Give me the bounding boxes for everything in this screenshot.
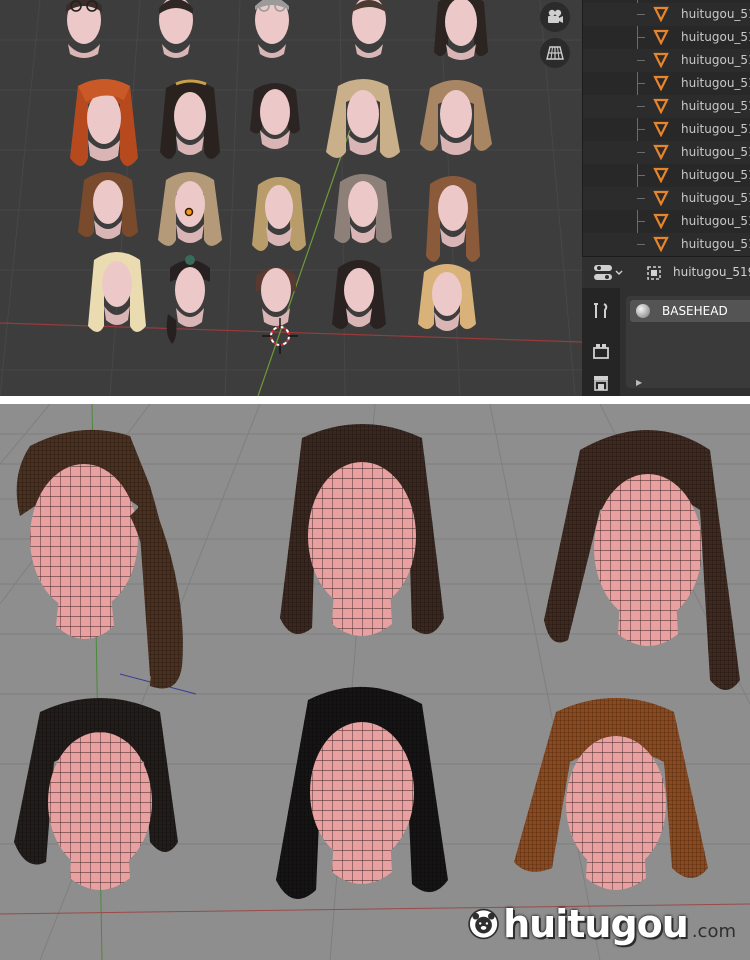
- wireframe-head-model[interactable]: [10, 692, 190, 902]
- head-model[interactable]: [154, 78, 226, 168]
- outliner-item[interactable]: huitugou_51: [583, 118, 750, 141]
- mesh-triangle-icon: [653, 190, 669, 206]
- outliner-item[interactable]: huitugou_51: [583, 3, 750, 26]
- tool-icon[interactable]: [590, 300, 612, 322]
- watermark-brand: huitugou: [503, 902, 689, 946]
- grid-view-icon[interactable]: [540, 38, 570, 68]
- head-model[interactable]: [328, 258, 390, 336]
- watermark: huitugou .com: [468, 894, 736, 954]
- head-model[interactable]: [430, 0, 492, 64]
- object-frame-icon: [647, 266, 661, 280]
- head-model[interactable]: [246, 0, 298, 60]
- outliner-item-label: huitugou_51: [681, 145, 750, 159]
- outliner-item[interactable]: huitugou_51: [583, 187, 750, 210]
- head-model[interactable]: [343, 0, 395, 60]
- outliner-item-label: huitugou_51: [681, 237, 750, 251]
- head-model[interactable]: [58, 0, 110, 60]
- mesh-triangle-icon: [653, 98, 669, 114]
- material-slots-list[interactable]: BASEHEAD ▶: [626, 296, 750, 388]
- mesh-triangle-icon: [653, 6, 669, 22]
- mesh-triangle-icon: [653, 167, 669, 183]
- outliner-item-label: huitugou_51: [681, 191, 750, 205]
- outliner-item-label: huitugou_51: [681, 168, 750, 182]
- head-model[interactable]: [246, 80, 304, 156]
- outliner-item-label: huitugou_51: [681, 214, 750, 228]
- mesh-triangle-icon: [653, 121, 669, 137]
- head-model[interactable]: [420, 174, 486, 268]
- properties-header: huitugou_519: [582, 256, 750, 288]
- wireframe-head-model[interactable]: [272, 680, 452, 912]
- head-model[interactable]: [74, 170, 142, 246]
- 3d-viewport[interactable]: [0, 0, 582, 396]
- mesh-triangle-icon: [653, 236, 669, 252]
- head-model[interactable]: [248, 175, 310, 259]
- output-icon[interactable]: [590, 372, 612, 394]
- wireframe-head-model[interactable]: [540, 420, 750, 700]
- blender-screenshot: huitugou_51 huitugou_51 huitugou_51 huit…: [0, 0, 750, 396]
- outliner-item[interactable]: huitugou_51: [583, 164, 750, 187]
- outliner-item[interactable]: huitugou_51: [583, 141, 750, 164]
- head-model[interactable]: [154, 170, 226, 254]
- outliner-item-label: huitugou_51: [681, 30, 750, 44]
- material-name: BASEHEAD: [662, 304, 728, 318]
- 3d-cursor-icon[interactable]: [262, 318, 298, 354]
- material-sphere-icon: [636, 304, 650, 318]
- render-icon[interactable]: [590, 340, 612, 362]
- outliner-item[interactable]: huitugou_51: [583, 26, 750, 49]
- mode-toggle-icon[interactable]: [592, 263, 628, 283]
- material-slot[interactable]: BASEHEAD: [630, 300, 750, 322]
- wireframe-head-model[interactable]: [512, 692, 712, 902]
- head-model[interactable]: [416, 78, 496, 164]
- head-model[interactable]: [64, 78, 144, 174]
- head-model[interactable]: [160, 254, 220, 346]
- mesh-triangle-icon: [653, 29, 669, 45]
- outliner-item[interactable]: huitugou_51: [583, 72, 750, 95]
- outliner-item-label: huitugou_51: [681, 7, 750, 21]
- object-name[interactable]: huitugou_519: [673, 265, 750, 279]
- head-model[interactable]: [84, 250, 150, 338]
- outliner-item[interactable]: huitugou_51: [583, 233, 750, 256]
- wireframe-head-model[interactable]: [272, 418, 452, 648]
- bear-logo-icon: [468, 908, 499, 940]
- head-model[interactable]: [150, 0, 202, 60]
- mesh-triangle-icon: [653, 75, 669, 91]
- expand-arrow-icon[interactable]: ▶: [636, 378, 642, 387]
- outliner-panel[interactable]: huitugou_51 huitugou_51 huitugou_51 huit…: [582, 0, 750, 256]
- head-model[interactable]: [414, 262, 480, 338]
- outliner-item-label: huitugou_51: [681, 99, 750, 113]
- head-model[interactable]: [322, 78, 404, 164]
- mesh-triangle-icon: [653, 213, 669, 229]
- outliner-item[interactable]: huitugou_51: [583, 210, 750, 233]
- head-model[interactable]: [330, 172, 396, 252]
- watermark-suffix: .com: [691, 920, 736, 942]
- properties-tabs: [582, 288, 620, 396]
- outliner-item-label: huitugou_51: [681, 53, 750, 67]
- outliner-item-label: huitugou_51: [681, 76, 750, 90]
- properties-panel: BASEHEAD ▶: [582, 288, 750, 396]
- object-origin-marker: [184, 207, 194, 217]
- wireframe-render: huitugou .com: [0, 404, 750, 960]
- outliner-item[interactable]: huitugou_51: [583, 95, 750, 118]
- outliner-item-label: huitugou_51: [681, 122, 750, 136]
- outliner-item[interactable]: huitugou_51: [583, 49, 750, 72]
- mesh-triangle-icon: [653, 144, 669, 160]
- wireframe-head-model[interactable]: [10, 426, 200, 706]
- camera-icon[interactable]: [540, 2, 570, 32]
- mesh-triangle-icon: [653, 52, 669, 68]
